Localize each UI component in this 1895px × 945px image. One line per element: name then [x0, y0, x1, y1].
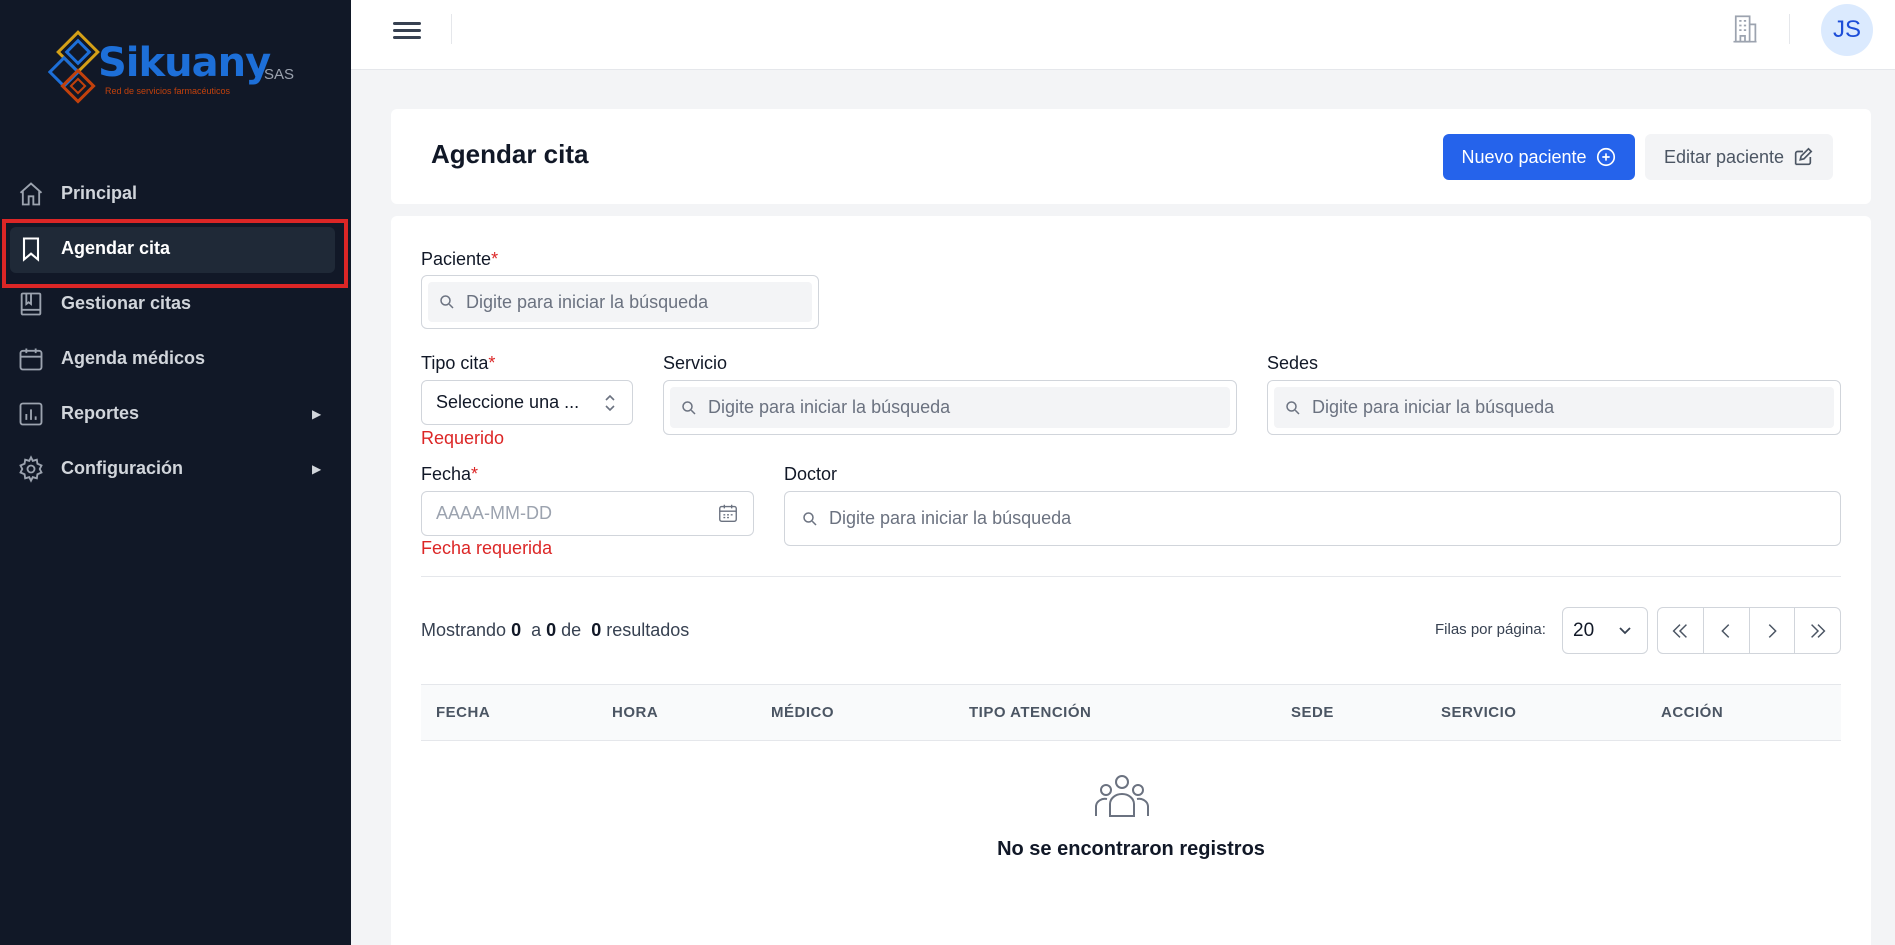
- new-patient-label: Nuevo paciente: [1461, 146, 1587, 167]
- divider: [451, 14, 452, 44]
- sidebar-item-label: Reportes: [61, 403, 140, 423]
- search-icon: [682, 400, 696, 415]
- rows-per-page-select[interactable]: 20: [1562, 607, 1648, 654]
- select-updown-icon: [605, 394, 615, 412]
- column-header-accion[interactable]: ACCIÓN: [1661, 704, 1723, 721]
- tipo-cita-value: Seleccione una ...: [436, 392, 580, 412]
- empty-state-message: No se encontraron registros: [997, 838, 1265, 860]
- chevrons-left-icon: [1672, 623, 1688, 638]
- active-item-highlight: [2, 219, 348, 288]
- book-icon: [20, 292, 42, 316]
- gear-icon: [19, 455, 43, 483]
- chevrons-right-icon: [1810, 623, 1826, 638]
- sidebar-item-label: Agenda médicos: [61, 348, 206, 368]
- column-header-fecha[interactable]: FECHA: [436, 704, 490, 721]
- user-avatar[interactable]: JS: [1821, 4, 1873, 56]
- sidebar-nav: Principal Agendar cita Gestionar citas A…: [0, 166, 351, 496]
- new-patient-button[interactable]: Nuevo paciente: [1443, 134, 1635, 180]
- expand-arrow-icon: ▶: [312, 406, 322, 421]
- form-card: Paciente* Digite para iniciar la búsqued…: [391, 216, 1871, 945]
- rows-per-page-value: 20: [1573, 619, 1595, 641]
- prev-page-button[interactable]: [1704, 608, 1750, 653]
- paciente-search-input[interactable]: Digite para iniciar la búsqueda: [421, 275, 819, 329]
- brand-name: Sikuany: [98, 40, 271, 86]
- users-group-icon: [1095, 775, 1149, 817]
- page-header: Agendar cita Nuevo paciente Editar pacie…: [391, 109, 1871, 204]
- sidebar-item-reportes[interactable]: Reportes ▶: [0, 386, 351, 441]
- column-header-hora[interactable]: HORA: [612, 704, 658, 721]
- rows-per-page-label: Filas por página:: [1435, 621, 1546, 638]
- tipo-cita-select[interactable]: Seleccione una ...: [421, 380, 633, 425]
- column-header-sede[interactable]: SEDE: [1291, 704, 1334, 721]
- tipo-cita-error: Requerido: [421, 428, 505, 448]
- calendar-icon: [19, 348, 43, 371]
- doctor-search-input[interactable]: Digite para iniciar la búsqueda: [784, 491, 1841, 546]
- first-page-button[interactable]: [1658, 608, 1704, 653]
- divider: [1789, 14, 1790, 44]
- servicio-label: Servicio: [663, 353, 728, 373]
- sedes-search-input[interactable]: Digite para iniciar la búsqueda: [1267, 380, 1841, 435]
- search-icon: [440, 295, 454, 309]
- edit-icon: [1794, 147, 1813, 166]
- brand-suffix: SAS: [264, 66, 295, 83]
- fecha-label: Fecha*: [421, 464, 479, 484]
- building-icon[interactable]: [1731, 14, 1759, 44]
- edit-patient-button[interactable]: Editar paciente: [1645, 134, 1833, 180]
- sidebar-item-configuracion[interactable]: Configuración ▶: [0, 441, 351, 496]
- pagination: [1657, 607, 1841, 654]
- next-page-button[interactable]: [1750, 608, 1796, 653]
- expand-arrow-icon: ▶: [312, 461, 322, 476]
- results-summary: Mostrando 0 a 0 de 0 resultados: [421, 620, 690, 640]
- column-header-tipo-atencion[interactable]: TIPO ATENCIÓN: [969, 704, 1091, 721]
- sidebar-item-principal[interactable]: Principal: [0, 166, 351, 221]
- sidebar-item-label: Principal: [61, 183, 138, 203]
- search-icon: [1286, 400, 1300, 415]
- paciente-label: Paciente*: [421, 249, 499, 269]
- fecha-placeholder: AAAA-MM-DD: [436, 503, 552, 523]
- sedes-placeholder: Digite para iniciar la búsqueda: [1312, 397, 1555, 417]
- sidebar-item-label: Configuración: [61, 458, 183, 478]
- plus-circle-icon: [1596, 147, 1615, 167]
- brand-tagline: Red de servicios farmacéuticos: [105, 86, 231, 96]
- table-header: FECHA HORA MÉDICO TIPO ATENCIÓN SEDE SER…: [421, 684, 1841, 741]
- calendar-icon[interactable]: [717, 502, 739, 524]
- chart-icon: [19, 402, 43, 426]
- column-header-servicio[interactable]: SERVICIO: [1441, 704, 1516, 721]
- fecha-error: Fecha requerida: [421, 538, 553, 558]
- divider: [421, 576, 1841, 577]
- last-page-button[interactable]: [1795, 608, 1840, 653]
- paciente-placeholder: Digite para iniciar la búsqueda: [466, 291, 709, 312]
- sidebar-item-label: Gestionar citas: [61, 293, 192, 313]
- page-title: Agendar cita: [431, 139, 589, 169]
- topbar: JS: [351, 0, 1895, 70]
- home-icon: [19, 182, 43, 206]
- doctor-placeholder: Digite para iniciar la búsqueda: [829, 508, 1072, 528]
- tipo-cita-label: Tipo cita*: [421, 353, 496, 373]
- servicio-placeholder: Digite para iniciar la búsqueda: [708, 397, 951, 417]
- fecha-date-input[interactable]: AAAA-MM-DD: [421, 491, 754, 536]
- edit-patient-label: Editar paciente: [1663, 146, 1785, 167]
- chevron-left-icon: [1721, 623, 1730, 638]
- sedes-label: Sedes: [1267, 353, 1319, 373]
- doctor-label: Doctor: [784, 464, 838, 484]
- chevron-right-icon: [1768, 623, 1777, 638]
- sidebar-item-agenda-medicos[interactable]: Agenda médicos: [0, 331, 351, 386]
- sidebar: Sikuany SAS Red de servicios farmacéutic…: [0, 0, 351, 945]
- brand-logo[interactable]: Sikuany SAS Red de servicios farmacéutic…: [48, 28, 308, 108]
- chevron-down-icon: [1619, 627, 1631, 635]
- column-header-medico[interactable]: MÉDICO: [771, 704, 834, 721]
- search-icon: [803, 511, 817, 526]
- servicio-search-input[interactable]: Digite para iniciar la búsqueda: [663, 380, 1237, 435]
- menu-toggle-icon[interactable]: [393, 18, 421, 42]
